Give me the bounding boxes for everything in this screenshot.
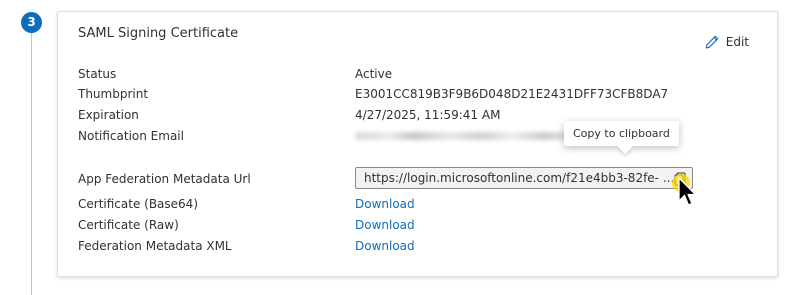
certificate-base64-download-link[interactable]: Download [355,194,415,214]
status-value: Active [355,67,393,81]
metadata-url-row: App Federation Metadata Url https://logi… [78,167,768,189]
status-row: Status Active [78,64,768,84]
thumbprint-value: E3001CC819B3F9B6D048D21E2431DFF73CFB8DA7 [355,87,669,101]
expiration-value: 4/27/2025, 11:59:41 AM [355,108,501,122]
thumbprint-row: Thumbprint E3001CC819B3F9B6D048D21E2431D… [78,84,768,104]
certificate-base64-label: Certificate (Base64) [78,197,198,211]
certificate-raw-row: Certificate (Raw) Download [78,215,768,235]
edit-label: Edit [725,35,749,49]
thumbprint-label: Thumbprint [78,87,149,101]
federation-metadata-xml-label: Federation Metadata XML [78,239,232,253]
edit-button[interactable]: Edit [704,34,749,50]
metadata-url-field[interactable]: https://login.microsoftonline.com/f21e4b… [355,167,693,189]
certificate-raw-label: Certificate (Raw) [78,218,179,232]
card-title: SAML Signing Certificate [78,26,239,41]
step-number-badge: 3 [21,12,42,33]
step-connector-line [31,30,32,295]
federation-metadata-xml-row: Federation Metadata XML Download [78,236,768,256]
certificate-base64-row: Certificate (Base64) Download [78,194,768,214]
federation-metadata-xml-download-link[interactable]: Download [355,236,415,256]
status-label: Status [78,67,117,81]
certificate-raw-download-link[interactable]: Download [355,215,415,235]
copy-to-clipboard-tooltip: Copy to clipboard [564,121,679,146]
metadata-url-value: https://login.microsoftonline.com/f21e4b… [364,171,675,185]
notification-email-label: Notification Email [78,129,184,143]
page: 3 SAML Signing Certificate Edit Status A… [0,0,786,295]
expiration-label: Expiration [78,108,139,122]
mouse-pointer-icon [670,174,704,214]
pencil-icon [704,34,720,50]
metadata-url-label: App Federation Metadata Url [78,172,251,186]
